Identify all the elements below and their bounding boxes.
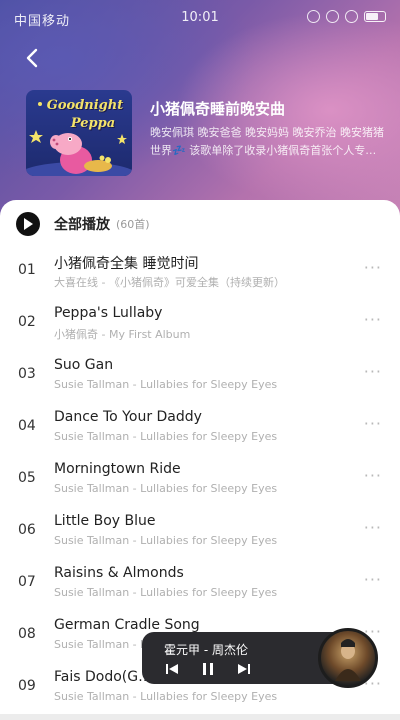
playlist-title: 小猪佩奇睡前晚安曲	[150, 100, 286, 118]
track-title: Dance To Your Daddy	[54, 409, 202, 425]
track-title: 小猪佩奇全集 睡觉时间	[54, 256, 199, 272]
track-artist-album: Susie Tallman - Lullabies for Sleepy Eye…	[54, 482, 278, 495]
track-title: Peppa's Lullaby	[54, 305, 163, 321]
battery-icon	[364, 11, 386, 22]
more-options-icon[interactable]: ···	[364, 570, 382, 589]
more-options-icon[interactable]: ···	[364, 258, 382, 277]
mini-player[interactable]: 霍元甲 - 周杰伦	[142, 628, 378, 688]
track-row[interactable]: 01 小猪佩奇全集 睡觉时间 大喜在线 - 《小猪佩奇》可爱全集（持续更新） ·…	[0, 244, 400, 296]
playback-controls	[164, 662, 252, 676]
track-row[interactable]: 06 Little Boy Blue Susie Tallman - Lulla…	[0, 504, 400, 556]
track-artist-album: Susie Tallman - Lullabies for Sleepy Eye…	[54, 690, 278, 703]
more-options-icon[interactable]: ···	[364, 310, 382, 329]
track-row[interactable]: 05 Morningtown Ride Susie Tallman - Lull…	[0, 452, 400, 504]
more-options-icon[interactable]: ···	[364, 362, 382, 381]
track-artist-album: Susie Tallman - Lullabies for Sleepy Eye…	[54, 430, 278, 443]
track-artist-album: Susie Tallman - Lullabies for Sleepy Eye…	[54, 586, 278, 599]
more-options-icon[interactable]: ···	[364, 518, 382, 537]
track-number: 09	[18, 678, 36, 694]
track-number: 08	[18, 626, 36, 642]
track-row[interactable]: 03 Suo Gan Susie Tallman - Lullabies for…	[0, 348, 400, 400]
wifi-icon	[345, 10, 358, 23]
track-number: 05	[18, 470, 36, 486]
skip-forward-icon	[238, 664, 250, 674]
pause-icon	[203, 663, 213, 675]
alarm-icon	[307, 10, 320, 23]
next-button[interactable]	[236, 662, 252, 676]
track-row[interactable]: 02 Peppa's Lullaby 小猪佩奇 - My First Album…	[0, 296, 400, 348]
skip-back-icon	[166, 664, 178, 674]
track-title: Morningtown Ride	[54, 461, 181, 477]
cover-title-line2: Peppa	[70, 116, 116, 131]
track-artist-album: Susie Tallman - Lullabies for Sleepy Eye…	[54, 378, 278, 391]
track-number: 01	[18, 262, 36, 278]
track-title: Suo Gan	[54, 357, 114, 373]
status-icons	[307, 10, 386, 23]
track-number: 04	[18, 418, 36, 434]
play-all-button[interactable]: 全部播放 (60首)	[16, 212, 150, 236]
chevron-left-icon	[26, 48, 38, 68]
track-artist-album: 小猪佩奇 - My First Album	[54, 328, 191, 341]
track-title: German Cradle Song	[54, 617, 200, 633]
back-button[interactable]	[18, 44, 46, 72]
track-row[interactable]: 07 Raisins & Almonds Susie Tallman - Lul…	[0, 556, 400, 608]
cover-title-line1: Goodnight	[46, 98, 124, 113]
previous-button[interactable]	[164, 662, 180, 676]
track-number: 03	[18, 366, 36, 382]
playlist-cover[interactable]: Goodnight Peppa	[26, 90, 132, 176]
bottom-edge	[0, 714, 400, 720]
mute-icon	[326, 10, 339, 23]
track-number: 02	[18, 314, 36, 330]
track-title: Little Boy Blue	[54, 513, 156, 529]
track-count: (60首)	[116, 218, 150, 231]
album-art[interactable]	[318, 628, 378, 688]
pause-button[interactable]	[200, 662, 216, 676]
album-art-image	[335, 639, 361, 681]
more-options-icon[interactable]: ···	[364, 414, 382, 433]
track-title: Raisins & Almonds	[54, 565, 184, 581]
status-bar: 中国移动 10:01	[0, 0, 400, 36]
more-options-icon[interactable]: ···	[364, 466, 382, 485]
track-title: Fais Dodo(G…	[54, 669, 153, 685]
track-row[interactable]: 04 Dance To Your Daddy Susie Tallman - L…	[0, 400, 400, 452]
play-all-label: 全部播放	[54, 217, 110, 233]
play-icon	[16, 212, 40, 236]
playlist-description[interactable]: 晚安佩琪 晚安爸爸 晚安妈妈 晚安乔治 晚安猪猪世界💤 该歌单除了收录小猪佩奇首…	[150, 124, 386, 160]
now-playing-title: 霍元甲 - 周杰伦	[164, 643, 248, 657]
track-number: 06	[18, 522, 36, 538]
track-artist-album: 大喜在线 - 《小猪佩奇》可爱全集（持续更新）	[54, 276, 285, 289]
playlist-header-background: 中国移动 10:01 Goodnight Peppa 小猪佩奇睡前晚安曲 晚安佩…	[0, 0, 400, 230]
track-number: 07	[18, 574, 36, 590]
track-artist-album: Susie Tallman - Lullabies for Sleepy Eye…	[54, 534, 278, 547]
